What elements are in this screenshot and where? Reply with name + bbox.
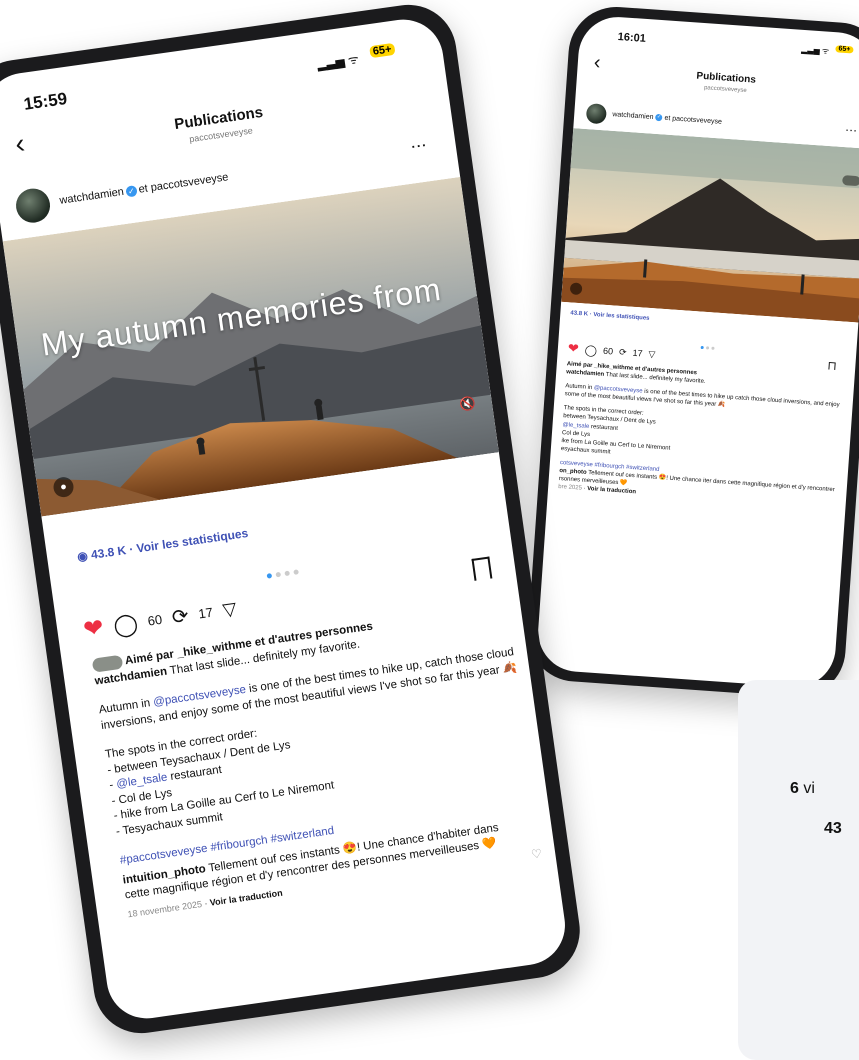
caption-block: Aimé par _hike_withme et d'autres person… xyxy=(558,360,846,511)
views-link[interactable]: ◉ 43.8 K · Voir les statistiques xyxy=(76,526,249,564)
author-name[interactable]: watchdamien xyxy=(612,111,654,121)
author-name[interactable]: watchdamien xyxy=(59,186,125,207)
share-icon[interactable]: ▽ xyxy=(648,348,656,359)
views-text[interactable]: 43.8 K · Voir les statistiques xyxy=(90,526,249,562)
repost-icon[interactable]: ⟳ xyxy=(619,346,627,357)
signal-wifi-icon: ▂▃▅ ᯤ xyxy=(316,51,360,72)
slide-counter-badge xyxy=(841,175,859,187)
caption-user[interactable]: watchdamien xyxy=(566,369,604,378)
mention-link[interactable]: @le_tsale xyxy=(562,422,589,430)
repost-count: 17 xyxy=(197,604,214,622)
repost-icon[interactable]: ⟳ xyxy=(170,603,190,630)
author-coauthor[interactable]: et paccotsveveyse xyxy=(138,171,229,195)
translate-link[interactable]: Voir la traduction xyxy=(587,486,636,495)
verified-icon: ✓ xyxy=(125,184,138,198)
mountain-photo xyxy=(561,128,859,323)
status-time: 16:01 xyxy=(617,31,647,45)
more-options-icon[interactable]: ··· xyxy=(845,125,858,136)
caption-block: Aimé par _hike_withme et d'autres person… xyxy=(91,600,545,920)
repost-count: 17 xyxy=(632,347,643,359)
post-date: bre 2025 xyxy=(557,484,583,492)
comment-icon[interactable]: ◯ xyxy=(112,610,140,639)
signal-wifi-icon: ▂▃▅ ᯤ xyxy=(801,44,830,56)
share-icon[interactable]: ▽ xyxy=(221,598,238,621)
status-time: 15:59 xyxy=(22,88,69,114)
eye-icon: ◉ xyxy=(76,548,89,564)
body-text: Autumn in xyxy=(565,383,595,392)
like-heart-icon[interactable]: ❤ xyxy=(82,613,106,645)
left-phone-screen: 15:59 ▂▃▅ ᯤ 65+ ‹ Publications paccotsve… xyxy=(0,14,571,1024)
stats-value-2: 43 xyxy=(824,820,842,837)
author-line[interactable]: watchdamien ✓ et paccotsveveyse xyxy=(59,171,229,207)
stats-value: 6 xyxy=(790,780,799,797)
mute-icon[interactable]: 🔇 xyxy=(459,395,477,413)
comment-like-icon[interactable]: ♡ xyxy=(530,846,543,861)
status-bar: 16:01 ▂▃▅ ᯤ 65+ xyxy=(579,14,859,65)
views-link[interactable]: 43.8 K · Voir les statistiques xyxy=(570,310,649,322)
post-media[interactable] xyxy=(561,128,859,323)
author-avatar[interactable] xyxy=(585,103,608,125)
spot-text: restaurant xyxy=(589,423,619,432)
liker-avatars xyxy=(91,654,124,673)
right-phone: 16:01 ▂▃▅ ᯤ 65+ ‹ Publications paccotsve… xyxy=(524,3,859,701)
author-avatar[interactable] xyxy=(13,186,53,225)
bookmark-icon[interactable]: ⊓ xyxy=(827,358,837,373)
comment-icon[interactable]: ◯ xyxy=(584,343,597,357)
verified-icon: ✓ xyxy=(655,113,663,122)
battery-indicator: 65+ xyxy=(835,45,854,54)
battery-indicator: 65+ xyxy=(369,42,396,59)
right-phone-screen: 16:01 ▂▃▅ ᯤ 65+ ‹ Publications paccotsve… xyxy=(535,14,859,690)
stats-label: vi xyxy=(803,780,815,797)
stats-card: 6 vi 43 xyxy=(738,680,859,1060)
like-heart-icon[interactable]: ❤ xyxy=(567,340,579,357)
comment-count: 60 xyxy=(602,345,614,357)
left-phone: 15:59 ▂▃▅ ᯤ 65+ ‹ Publications paccotsve… xyxy=(0,0,586,1040)
bookmark-icon[interactable] xyxy=(471,556,493,581)
author-line[interactable]: watchdamien ✓ et paccotsveveyse xyxy=(612,111,722,126)
comment-user[interactable]: on_photo xyxy=(559,468,587,476)
author-coauthor[interactable]: et paccotsveveyse xyxy=(664,115,722,126)
stats-line-views: 6 vi xyxy=(790,780,815,798)
more-options-icon[interactable]: ··· xyxy=(410,137,428,154)
post-media[interactable]: My autumn memories from ● 🔇 xyxy=(2,176,499,517)
comment-count: 60 xyxy=(146,611,164,629)
